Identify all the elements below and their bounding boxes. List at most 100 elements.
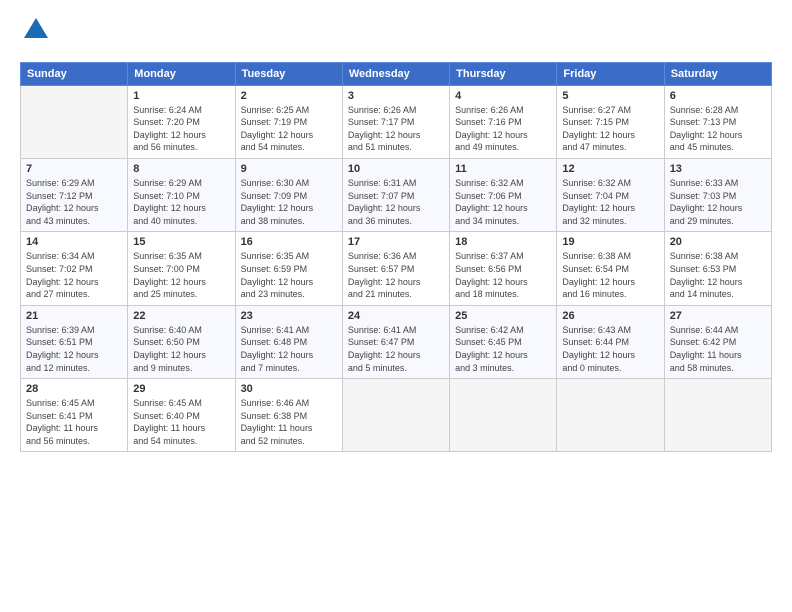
day-info: Sunrise: 6:42 AM Sunset: 6:45 PM Dayligh…	[455, 324, 551, 374]
logo	[20, 16, 50, 50]
day-number: 29	[133, 383, 229, 395]
calendar-cell: 6 Sunrise: 6:28 AM Sunset: 7:13 PM Daylig…	[664, 85, 771, 158]
day-info: Sunrise: 6:31 AM Sunset: 7:07 PM Dayligh…	[348, 177, 444, 227]
day-info: Sunrise: 6:43 AM Sunset: 6:44 PM Dayligh…	[562, 324, 658, 374]
day-info: Sunrise: 6:37 AM Sunset: 6:56 PM Dayligh…	[455, 250, 551, 300]
calendar-cell: 22 Sunrise: 6:40 AM Sunset: 6:50 PM Dayli…	[128, 305, 235, 378]
day-number: 15	[133, 236, 229, 248]
day-number: 18	[455, 236, 551, 248]
calendar-cell: 21Sunrise: 6:39 AM Sunset: 6:51 PM Dayli…	[21, 305, 128, 378]
col-header-monday: Monday	[128, 62, 235, 85]
day-info: Sunrise: 6:38 AM Sunset: 6:54 PM Dayligh…	[562, 250, 658, 300]
day-info: Sunrise: 6:36 AM Sunset: 6:57 PM Dayligh…	[348, 250, 444, 300]
day-number: 9	[241, 163, 337, 175]
calendar-cell: 2 Sunrise: 6:25 AM Sunset: 7:19 PM Daylig…	[235, 85, 342, 158]
day-info: Sunrise: 6:30 AM Sunset: 7:09 PM Dayligh…	[241, 177, 337, 227]
calendar-cell: 16 Sunrise: 6:35 AM Sunset: 6:59 PM Dayli…	[235, 232, 342, 305]
day-info: Sunrise: 6:26 AM Sunset: 7:16 PM Dayligh…	[455, 104, 551, 154]
day-number: 14	[26, 236, 122, 248]
day-number: 23	[241, 310, 337, 322]
day-info: Sunrise: 6:44 AM Sunset: 6:42 PM Dayligh…	[670, 324, 766, 374]
day-number: 12	[562, 163, 658, 175]
col-header-friday: Friday	[557, 62, 664, 85]
day-number: 13	[670, 163, 766, 175]
day-number: 17	[348, 236, 444, 248]
col-header-sunday: Sunday	[21, 62, 128, 85]
day-info: Sunrise: 6:45 AM Sunset: 6:40 PM Dayligh…	[133, 397, 229, 447]
calendar-cell: 24Sunrise: 6:41 AM Sunset: 6:47 PM Dayli…	[342, 305, 449, 378]
day-number: 2	[241, 90, 337, 102]
calendar-cell: 26 Sunrise: 6:43 AM Sunset: 6:44 PM Dayli…	[557, 305, 664, 378]
day-info: Sunrise: 6:45 AM Sunset: 6:41 PM Dayligh…	[26, 397, 122, 447]
day-number: 4	[455, 90, 551, 102]
calendar-cell: 5 Sunrise: 6:27 AM Sunset: 7:15 PM Daylig…	[557, 85, 664, 158]
calendar-cell: 29 Sunrise: 6:45 AM Sunset: 6:40 PM Dayli…	[128, 379, 235, 452]
col-header-tuesday: Tuesday	[235, 62, 342, 85]
day-number: 8	[133, 163, 229, 175]
day-info: Sunrise: 6:24 AM Sunset: 7:20 PM Dayligh…	[133, 104, 229, 154]
calendar-cell: 15 Sunrise: 6:35 AM Sunset: 7:00 PM Dayli…	[128, 232, 235, 305]
day-number: 24	[348, 310, 444, 322]
calendar-cell: 18 Sunrise: 6:37 AM Sunset: 6:56 PM Dayli…	[450, 232, 557, 305]
day-number: 22	[133, 310, 229, 322]
calendar-cell	[557, 379, 664, 452]
calendar-cell: 23 Sunrise: 6:41 AM Sunset: 6:48 PM Dayli…	[235, 305, 342, 378]
calendar-cell: 28Sunrise: 6:45 AM Sunset: 6:41 PM Dayli…	[21, 379, 128, 452]
day-number: 7	[26, 163, 122, 175]
calendar-cell: 7 Sunrise: 6:29 AM Sunset: 7:12 PM Daylig…	[21, 158, 128, 231]
day-info: Sunrise: 6:46 AM Sunset: 6:38 PM Dayligh…	[241, 397, 337, 447]
day-info: Sunrise: 6:41 AM Sunset: 6:48 PM Dayligh…	[241, 324, 337, 374]
calendar-cell: 1 Sunrise: 6:24 AM Sunset: 7:20 PM Daylig…	[128, 85, 235, 158]
calendar-cell: 19Sunrise: 6:38 AM Sunset: 6:54 PM Dayli…	[557, 232, 664, 305]
day-number: 26	[562, 310, 658, 322]
week-row-3: 14 Sunrise: 6:34 AM Sunset: 7:02 PM Dayli…	[21, 232, 772, 305]
day-info: Sunrise: 6:38 AM Sunset: 6:53 PM Dayligh…	[670, 250, 766, 300]
day-info: Sunrise: 6:26 AM Sunset: 7:17 PM Dayligh…	[348, 104, 444, 154]
calendar-cell: 27 Sunrise: 6:44 AM Sunset: 6:42 PM Dayli…	[664, 305, 771, 378]
col-header-wednesday: Wednesday	[342, 62, 449, 85]
calendar-cell: 17 Sunrise: 6:36 AM Sunset: 6:57 PM Dayli…	[342, 232, 449, 305]
day-info: Sunrise: 6:28 AM Sunset: 7:13 PM Dayligh…	[670, 104, 766, 154]
calendar-cell: 10 Sunrise: 6:31 AM Sunset: 7:07 PM Dayli…	[342, 158, 449, 231]
day-number: 10	[348, 163, 444, 175]
calendar-cell: 4 Sunrise: 6:26 AM Sunset: 7:16 PM Daylig…	[450, 85, 557, 158]
day-info: Sunrise: 6:33 AM Sunset: 7:03 PM Dayligh…	[670, 177, 766, 227]
calendar-table: SundayMondayTuesdayWednesdayThursdayFrid…	[20, 62, 772, 453]
col-header-saturday: Saturday	[664, 62, 771, 85]
day-number: 20	[670, 236, 766, 248]
day-info: Sunrise: 6:29 AM Sunset: 7:10 PM Dayligh…	[133, 177, 229, 227]
day-number: 30	[241, 383, 337, 395]
calendar-cell	[342, 379, 449, 452]
calendar-cell	[21, 85, 128, 158]
day-info: Sunrise: 6:34 AM Sunset: 7:02 PM Dayligh…	[26, 250, 122, 300]
calendar-cell	[664, 379, 771, 452]
week-row-1: 1 Sunrise: 6:24 AM Sunset: 7:20 PM Daylig…	[21, 85, 772, 158]
week-row-4: 21Sunrise: 6:39 AM Sunset: 6:51 PM Dayli…	[21, 305, 772, 378]
calendar-cell: 11 Sunrise: 6:32 AM Sunset: 7:06 PM Dayli…	[450, 158, 557, 231]
day-info: Sunrise: 6:25 AM Sunset: 7:19 PM Dayligh…	[241, 104, 337, 154]
calendar-cell: 14 Sunrise: 6:34 AM Sunset: 7:02 PM Dayli…	[21, 232, 128, 305]
day-number: 21	[26, 310, 122, 322]
day-number: 1	[133, 90, 229, 102]
calendar-cell: 12 Sunrise: 6:32 AM Sunset: 7:04 PM Dayli…	[557, 158, 664, 231]
col-header-thursday: Thursday	[450, 62, 557, 85]
day-info: Sunrise: 6:32 AM Sunset: 7:04 PM Dayligh…	[562, 177, 658, 227]
week-row-5: 28Sunrise: 6:45 AM Sunset: 6:41 PM Dayli…	[21, 379, 772, 452]
header-row: SundayMondayTuesdayWednesdayThursdayFrid…	[21, 62, 772, 85]
calendar-cell: 13 Sunrise: 6:33 AM Sunset: 7:03 PM Dayli…	[664, 158, 771, 231]
day-number: 16	[241, 236, 337, 248]
day-info: Sunrise: 6:40 AM Sunset: 6:50 PM Dayligh…	[133, 324, 229, 374]
day-number: 6	[670, 90, 766, 102]
calendar-cell: 9 Sunrise: 6:30 AM Sunset: 7:09 PM Daylig…	[235, 158, 342, 231]
calendar-cell: 3 Sunrise: 6:26 AM Sunset: 7:17 PM Daylig…	[342, 85, 449, 158]
day-info: Sunrise: 6:29 AM Sunset: 7:12 PM Dayligh…	[26, 177, 122, 227]
day-number: 5	[562, 90, 658, 102]
day-info: Sunrise: 6:32 AM Sunset: 7:06 PM Dayligh…	[455, 177, 551, 227]
day-info: Sunrise: 6:35 AM Sunset: 7:00 PM Dayligh…	[133, 250, 229, 300]
day-number: 3	[348, 90, 444, 102]
day-info: Sunrise: 6:27 AM Sunset: 7:15 PM Dayligh…	[562, 104, 658, 154]
page-header	[20, 16, 772, 50]
day-info: Sunrise: 6:35 AM Sunset: 6:59 PM Dayligh…	[241, 250, 337, 300]
day-number: 11	[455, 163, 551, 175]
day-number: 27	[670, 310, 766, 322]
